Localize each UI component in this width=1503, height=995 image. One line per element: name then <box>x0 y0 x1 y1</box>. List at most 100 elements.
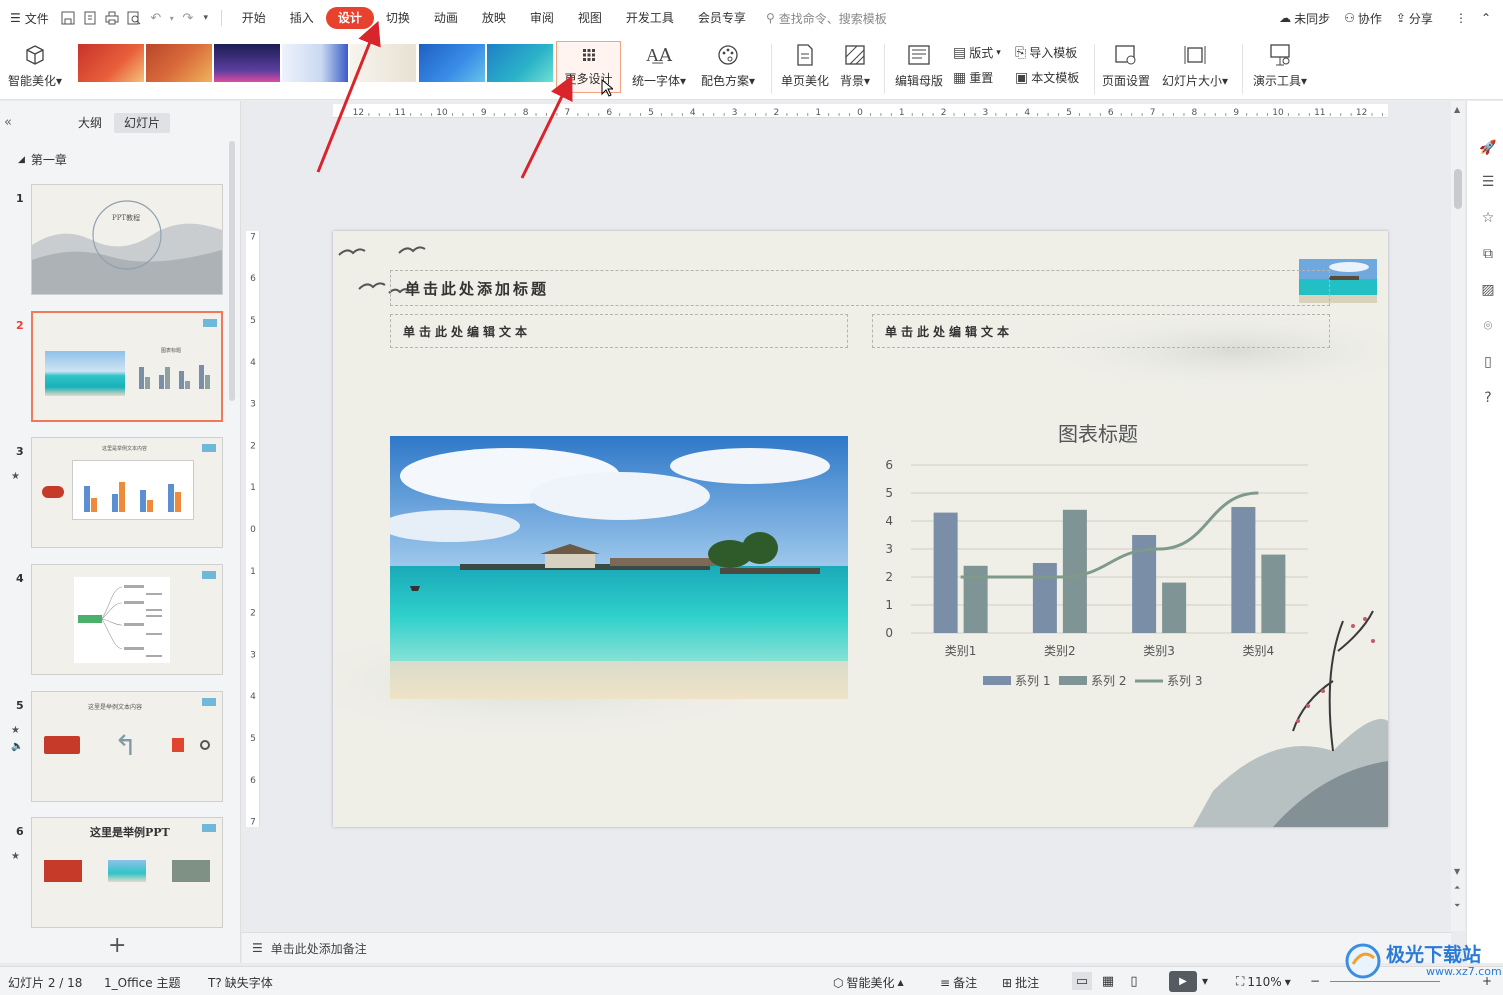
template-thumb[interactable] <box>146 44 212 82</box>
scrollbar-thumb[interactable] <box>1454 169 1462 209</box>
missing-font-button[interactable]: T? 缺失字体 <box>208 974 273 991</box>
theme-name[interactable]: 1_Office 主题 <box>104 974 180 991</box>
more-options-icon[interactable]: ⋮ <box>1455 11 1467 25</box>
tab-home[interactable]: 开始 <box>230 7 278 29</box>
slide-caption: 这里是举例文本内容 <box>102 446 148 452</box>
print-icon[interactable] <box>101 7 123 29</box>
quick-access-dropdown-icon[interactable]: ▾ <box>199 7 213 29</box>
page-icon <box>792 42 818 68</box>
template-thumb[interactable] <box>350 44 416 82</box>
slide-thumbnail[interactable] <box>31 564 223 675</box>
next-page-icon[interactable]: ⏷ <box>1454 901 1460 911</box>
notes-toggle-button[interactable]: ≡ 备注 <box>940 974 977 991</box>
reset-button[interactable]: ▦ 重置 <box>953 69 993 86</box>
image-icon[interactable]: ▨ <box>1479 281 1497 299</box>
slide-canvas[interactable]: 单击此处添加标题 单击此处编辑文本 单击此处编辑文本 图表标题 012 3 4 … <box>333 231 1388 827</box>
help-icon[interactable]: ? <box>1479 389 1497 407</box>
rocket-icon[interactable]: 🚀 <box>1479 139 1497 157</box>
slide-thumbnail[interactable]: 这里是举例PPT <box>31 817 223 928</box>
panel-scrollbar[interactable] <box>229 141 235 401</box>
add-slide-button[interactable]: + <box>108 933 126 958</box>
prev-page-icon[interactable]: ⏶ <box>1454 883 1460 893</box>
smart-beautify-button[interactable]: 智能美化▾ <box>8 42 62 89</box>
fit-window-button[interactable]: ⛶ 110% ▾ <box>1236 974 1291 989</box>
notes-pane[interactable]: ☰ 单击此处添加备注 <box>242 932 1451 963</box>
comments-button[interactable]: ⊞ 批注 <box>1002 974 1039 991</box>
slide-caption: 这里是举例文本内容 <box>88 704 143 711</box>
slide-thumbnail[interactable]: 这里是举例文本内容 <box>31 437 223 548</box>
slide-thumbnail[interactable]: PPT教程 <box>31 184 223 295</box>
template-thumb[interactable] <box>214 44 280 82</box>
color-scheme-button[interactable]: 配色方案▾ <box>701 42 755 89</box>
sync-status-button[interactable]: ☁ 未同步 <box>1279 10 1330 27</box>
audio-icon: 🔈 <box>11 741 24 752</box>
chart-title[interactable]: 图表标题 <box>1023 418 1173 447</box>
tab-slides[interactable]: 幻灯片 <box>114 113 171 133</box>
page-beautify-button[interactable]: 单页美化 <box>781 42 829 89</box>
tab-transitions[interactable]: 切换 <box>374 7 422 29</box>
background-button[interactable]: 背景▾ <box>840 42 870 89</box>
this-template-button[interactable]: ▣ 本文模板 <box>1015 69 1079 86</box>
tab-review[interactable]: 审阅 <box>518 7 566 29</box>
text-placeholder-left[interactable]: 单击此处编辑文本 <box>390 314 848 348</box>
book-icon[interactable]: ▯ <box>1479 353 1497 371</box>
scroll-down-icon[interactable]: ▼ <box>1454 867 1460 876</box>
collapse-ribbon-icon[interactable]: ⌃ <box>1481 11 1491 25</box>
collapse-panel-icon[interactable]: « <box>4 115 12 130</box>
play-dropdown-icon[interactable]: ▾ <box>1202 974 1208 988</box>
location-icon[interactable]: ⌾ <box>1479 317 1497 335</box>
template-thumb[interactable] <box>419 44 485 82</box>
presenter-tools-button[interactable]: 演示工具▾ <box>1253 42 1307 89</box>
print-preview-icon[interactable] <box>123 7 145 29</box>
tab-outline[interactable]: 大纲 <box>68 113 112 133</box>
edit-master-button[interactable]: 编辑母版 <box>895 42 943 89</box>
smart-beautify-status-button[interactable]: ⬡ 智能美化 ▲ <box>833 974 904 991</box>
beach-photo[interactable] <box>390 436 848 699</box>
share-button[interactable]: ⇪ 分享 <box>1396 10 1433 27</box>
import-template-button[interactable]: ⎘ 导入模板 <box>1015 44 1077 61</box>
slide-thumbnail[interactable]: 图表标题 <box>31 311 223 422</box>
save-icon[interactable] <box>57 7 79 29</box>
zoom-slider[interactable] <box>1330 981 1440 982</box>
collaborate-button[interactable]: ⚇ 协作 <box>1344 10 1382 27</box>
reading-view-icon[interactable]: ▯ <box>1124 972 1144 990</box>
zoom-out-button[interactable]: − <box>1310 974 1320 988</box>
ruler-tick-label: 4 <box>1024 108 1030 118</box>
template-thumb[interactable] <box>282 44 348 82</box>
smart-beautify-label: 智能美化 <box>8 74 57 88</box>
scroll-up-icon[interactable]: ▲ <box>1454 105 1460 114</box>
play-slideshow-button[interactable]: ▶ <box>1169 971 1197 992</box>
unify-font-button[interactable]: A͟A 统一字体▾ <box>632 42 686 89</box>
tab-view[interactable]: 视图 <box>566 7 614 29</box>
undo-icon[interactable]: ↶ <box>145 7 167 29</box>
vertical-scrollbar[interactable]: ▲ ▼ ⏶ ⏷ <box>1451 101 1465 931</box>
ruler-tick-label: 6 <box>606 108 612 118</box>
layout-button[interactable]: ▤ 版式 ▾ <box>953 44 1001 61</box>
slide-thumbnail[interactable]: 这里是举例文本内容 ↰ <box>31 691 223 802</box>
copy-icon[interactable]: ⧉ <box>1479 245 1497 263</box>
template-thumb[interactable] <box>78 44 144 82</box>
page-setup-button[interactable]: 页面设置 <box>1102 42 1150 89</box>
settings-sliders-icon[interactable]: ☰ <box>1479 173 1497 191</box>
star-icon[interactable]: ☆ <box>1479 209 1497 227</box>
undo-dropdown-icon[interactable]: ▾ <box>167 7 177 29</box>
title-placeholder[interactable]: 单击此处添加标题 <box>390 270 1330 306</box>
slide-sorter-icon[interactable]: ▦ <box>1098 972 1118 990</box>
column-line-chart[interactable]: 0 1 2 3 4 5 6 类别1 类别2 类别3 类别4 系列 1 系列 2 系列 3 <box>873 451 1313 701</box>
import-icon: ⎘ <box>1015 44 1027 61</box>
normal-view-icon[interactable]: ▭ <box>1072 972 1092 990</box>
slide-size-button[interactable]: 幻灯片大小▾ <box>1162 42 1228 89</box>
command-search[interactable]: ⚲ 查找命令、搜索模板 <box>766 10 887 27</box>
redo-icon[interactable]: ↷ <box>177 7 199 29</box>
tab-design[interactable]: 设计 <box>325 7 374 29</box>
template-thumb[interactable] <box>487 44 553 82</box>
section-header[interactable]: ◢ 第一章 <box>18 151 67 168</box>
tab-insert[interactable]: 插入 <box>278 7 326 29</box>
tab-slideshow[interactable]: 放映 <box>470 7 518 29</box>
tab-animations[interactable]: 动画 <box>422 7 470 29</box>
file-menu[interactable]: ☰ 文件 <box>0 0 57 36</box>
tab-developer[interactable]: 开发工具 <box>614 7 686 29</box>
tab-member[interactable]: 会员专享 <box>686 7 758 29</box>
text-placeholder-right[interactable]: 单击此处编辑文本 <box>872 314 1330 348</box>
export-pdf-icon[interactable] <box>79 7 101 29</box>
